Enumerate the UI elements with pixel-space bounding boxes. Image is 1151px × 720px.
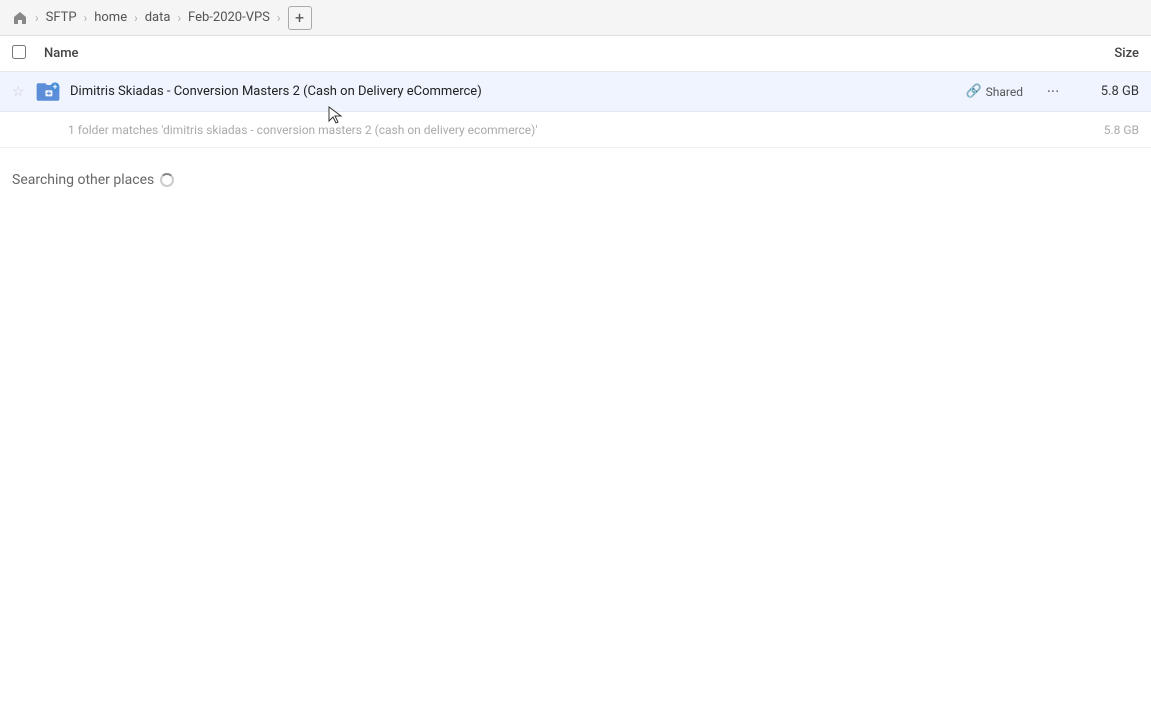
- breadcrumb-sep-3: ›: [177, 11, 181, 25]
- breadcrumb-sep-2: ›: [134, 11, 138, 25]
- match-text: 1 folder matches 'dimitris skiadas - con…: [68, 123, 1079, 137]
- column-headers: Name Size: [0, 36, 1151, 72]
- more-icon: ···: [1047, 82, 1060, 101]
- star-icon[interactable]: ☆: [12, 84, 32, 100]
- loading-spinner: [160, 173, 174, 187]
- select-all-checkbox[interactable]: [12, 45, 36, 63]
- searching-title-text: Searching other places: [12, 172, 154, 188]
- select-all-input[interactable]: [12, 45, 26, 59]
- size-column-header[interactable]: Size: [1059, 46, 1139, 61]
- breadcrumb: › SFTP › home › data › Feb-2020-VPS › +: [8, 6, 312, 30]
- file-row[interactable]: ☆ Dimitris Skiadas - Conversion Masters …: [0, 72, 1151, 112]
- searching-title: Searching other places: [12, 172, 1139, 188]
- searching-section: Searching other places: [0, 148, 1151, 200]
- shared-label: Shared: [986, 85, 1023, 99]
- breadcrumb-home[interactable]: [8, 8, 32, 28]
- match-size: 5.8 GB: [1079, 123, 1139, 137]
- breadcrumb-sep-0: ›: [35, 11, 39, 25]
- breadcrumb-sep-1: ›: [84, 11, 88, 25]
- breadcrumb-sep-4: ›: [277, 11, 281, 25]
- top-bar: › SFTP › home › data › Feb-2020-VPS › +: [0, 0, 1151, 36]
- link-icon: 🔗: [965, 84, 981, 99]
- breadcrumb-sftp[interactable]: SFTP: [42, 8, 81, 27]
- match-row: 1 folder matches 'dimitris skiadas - con…: [0, 112, 1151, 148]
- folder-icon-wrapper: [32, 76, 64, 108]
- breadcrumb-feb2020vps[interactable]: Feb-2020-VPS: [184, 8, 274, 27]
- file-name[interactable]: Dimitris Skiadas - Conversion Masters 2 …: [70, 84, 965, 99]
- breadcrumb-data[interactable]: data: [141, 8, 175, 27]
- add-tab-button[interactable]: +: [288, 6, 312, 30]
- name-column-header[interactable]: Name: [44, 46, 1059, 61]
- home-icon: [12, 10, 28, 26]
- shared-badge: 🔗 Shared: [965, 84, 1023, 99]
- folder-shared-icon: [34, 78, 62, 106]
- breadcrumb-home-dir[interactable]: home: [90, 8, 131, 27]
- more-options-button[interactable]: ···: [1039, 80, 1067, 104]
- file-size: 5.8 GB: [1079, 84, 1139, 99]
